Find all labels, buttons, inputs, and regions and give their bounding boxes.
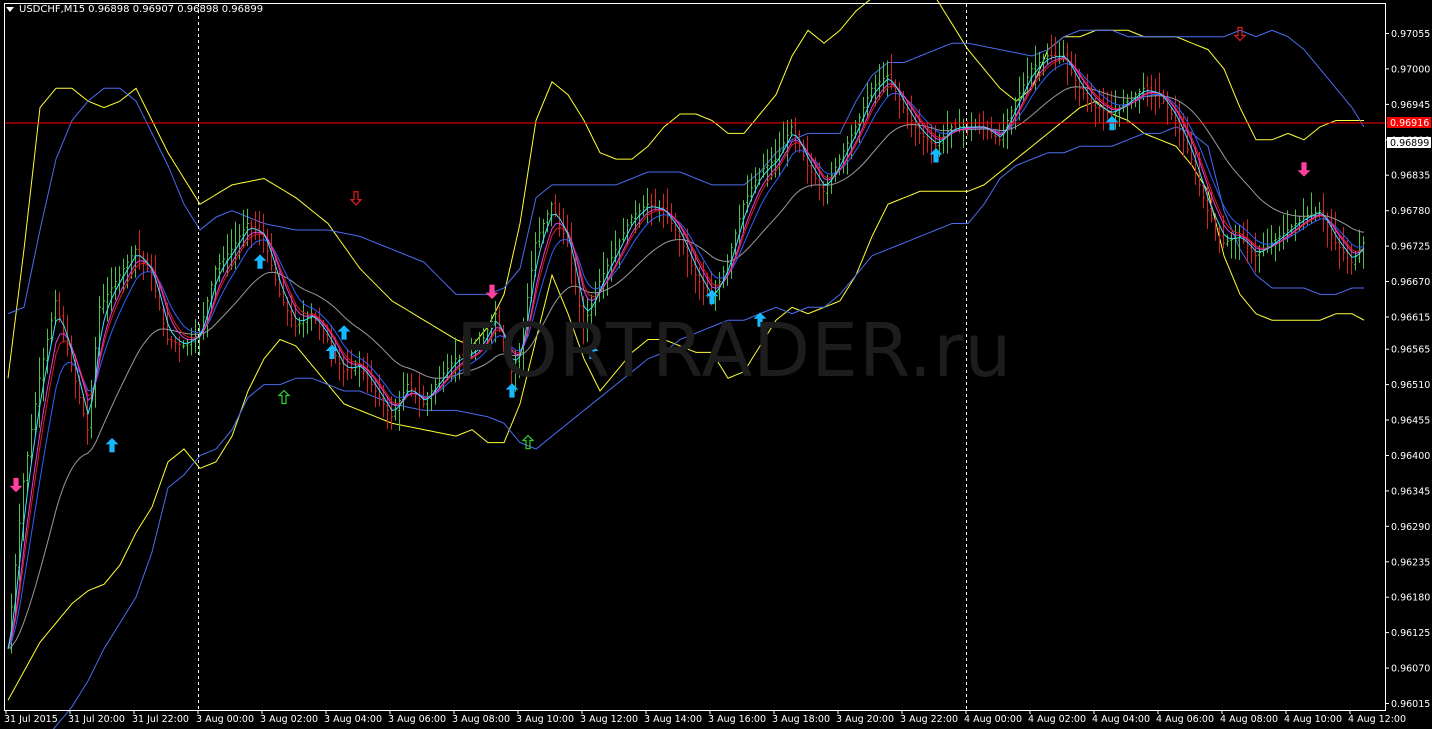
x-tick-label: 4 Aug 10:00 (1284, 714, 1342, 725)
x-tick-label: 3 Aug 06:00 (388, 714, 446, 725)
x-tick-label: 31 Jul 2015 (4, 714, 58, 725)
x-tick-label: 4 Aug 02:00 (1028, 714, 1086, 725)
watermark: FORTRADER.ru (456, 308, 1013, 394)
x-tick-label: 3 Aug 10:00 (516, 714, 574, 725)
x-tick-label: 4 Aug 12:00 (1348, 714, 1406, 725)
x-tick-label: 31 Jul 20:00 (68, 714, 125, 725)
x-tick-label: 4 Aug 00:00 (964, 714, 1022, 725)
y-tick-label: 0.96400 (1391, 451, 1430, 462)
ohlc-values: 0.96898 0.96907 0.96898 0.96899 (88, 4, 264, 15)
y-tick-label: 0.96510 (1391, 380, 1430, 391)
x-tick-label: 3 Aug 04:00 (324, 714, 382, 725)
y-tick-label: 0.96565 (1391, 345, 1430, 356)
x-tick-label: 4 Aug 08:00 (1220, 714, 1278, 725)
x-tick-label: 3 Aug 16:00 (708, 714, 766, 725)
x-tick-label: 3 Aug 20:00 (836, 714, 894, 725)
y-tick-label: 0.96455 (1391, 416, 1430, 427)
y-tick-label: 0.96015 (1391, 699, 1430, 710)
y-tick-label: 0.96725 (1391, 242, 1430, 253)
y-tick-label: 0.96945 (1391, 100, 1430, 111)
x-tick-label: 4 Aug 04:00 (1092, 714, 1150, 725)
y-tick-label: 0.96290 (1391, 522, 1430, 533)
y-tick-label: 0.96125 (1391, 628, 1430, 639)
x-tick-label: 3 Aug 12:00 (580, 714, 638, 725)
chevron-down-icon[interactable] (6, 7, 14, 12)
y-tick-label: 0.96780 (1391, 206, 1430, 217)
y-tick-label: 0.96670 (1391, 277, 1430, 288)
x-tick-label: 4 Aug 06:00 (1156, 714, 1214, 725)
x-tick-label: 3 Aug 18:00 (772, 714, 830, 725)
x-tick-label: 3 Aug 00:00 (196, 714, 254, 725)
y-tick-label: 0.96345 (1391, 486, 1430, 497)
x-tick-label: 31 Jul 22:00 (132, 714, 189, 725)
x-tick-label: 3 Aug 02:00 (260, 714, 318, 725)
y-tick-label: 0.97000 (1391, 64, 1430, 75)
y-tick-label: 0.96235 (1391, 557, 1430, 568)
y-tick-label: 0.96180 (1391, 593, 1430, 604)
price-label: 0.96916 (1390, 118, 1429, 129)
y-tick-label: 0.96835 (1391, 171, 1430, 182)
x-tick-label: 3 Aug 22:00 (900, 714, 958, 725)
x-tick-label: 3 Aug 14:00 (644, 714, 702, 725)
price-label: 0.96899 (1390, 138, 1429, 149)
symbol-label: USDCHF,M15 (19, 4, 86, 15)
y-tick-label: 0.97055 (1391, 29, 1430, 40)
x-tick-label: 3 Aug 08:00 (452, 714, 510, 725)
chart-header: USDCHF,M15 0.96898 0.96907 0.96898 0.968… (6, 4, 263, 15)
y-tick-label: 0.96615 (1391, 313, 1430, 324)
y-tick-label: 0.96070 (1391, 664, 1430, 675)
